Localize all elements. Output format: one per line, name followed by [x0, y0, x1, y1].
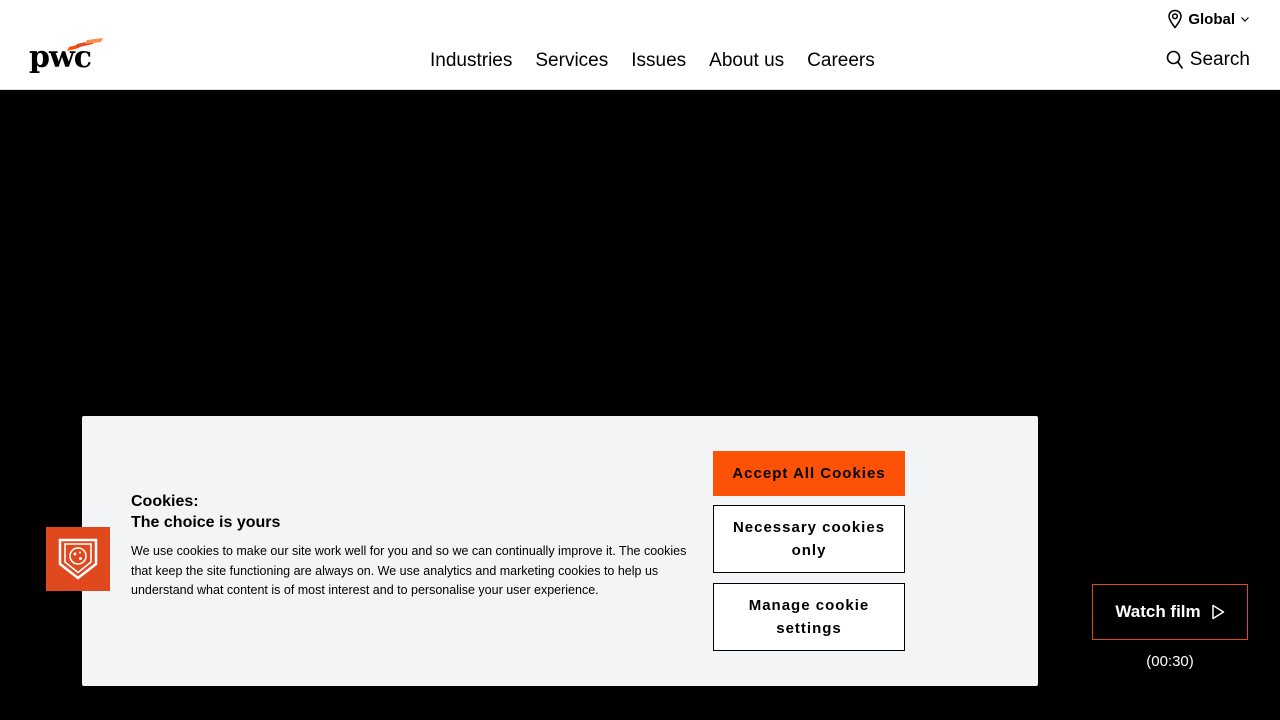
region-selector[interactable]: Global: [1167, 8, 1250, 30]
search-button[interactable]: Search: [1166, 49, 1250, 71]
region-label: Global: [1188, 10, 1235, 28]
cookie-banner-title: Cookies:: [131, 493, 199, 510]
cookie-banner-text: We use cookies to make our site work wel…: [131, 544, 687, 597]
logo-text: pwc: [29, 40, 92, 75]
nav-item-issues[interactable]: Issues: [631, 50, 686, 72]
nav-item-careers[interactable]: Careers: [807, 50, 875, 72]
location-pin-icon: [1168, 9, 1183, 29]
search-label: Search: [1189, 49, 1250, 70]
play-icon: [1211, 604, 1224, 620]
main-nav: Industries Services Issues About us Care…: [430, 50, 898, 72]
search-icon: [1166, 50, 1183, 69]
watch-film-button[interactable]: Watch film: [1092, 584, 1248, 640]
nav-item-industries[interactable]: Industries: [430, 50, 512, 72]
nav-item-about-us[interactable]: About us: [709, 50, 784, 72]
necessary-cookies-button[interactable]: Necessary cookies only: [713, 505, 905, 573]
site-header: pwc Global Industries Services Issues Ab…: [0, 0, 1280, 90]
cookie-settings-badge[interactable]: [46, 527, 110, 591]
cookie-banner: Cookies: The choice is yours We use cook…: [82, 416, 1038, 686]
accept-all-cookies-button[interactable]: Accept All Cookies: [713, 451, 905, 496]
nav-item-services[interactable]: Services: [535, 50, 608, 72]
pwc-logo[interactable]: pwc: [29, 38, 105, 78]
watch-film-label: Watch film: [1115, 602, 1201, 621]
cookie-shield-icon: [58, 538, 98, 580]
manage-cookie-settings-button[interactable]: Manage cookie settings: [713, 583, 905, 651]
chevron-down-icon: [1241, 17, 1249, 22]
cookie-banner-subtitle: The choice is yours: [131, 514, 281, 531]
film-duration: (00:30): [1146, 653, 1194, 670]
